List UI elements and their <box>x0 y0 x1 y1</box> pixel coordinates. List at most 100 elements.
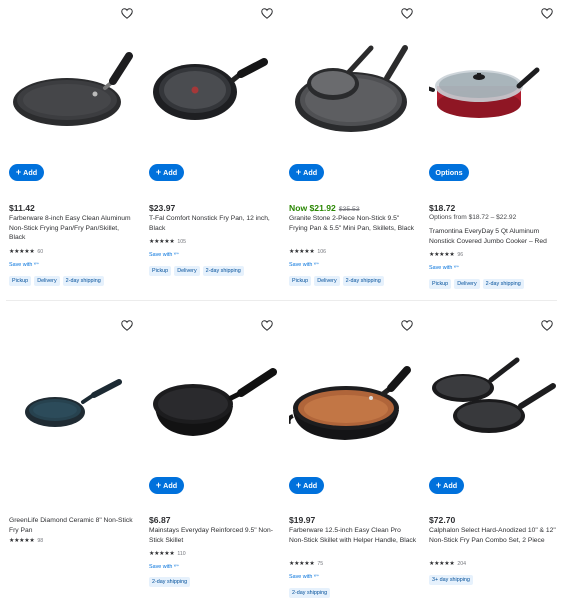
product-price: $19.97 <box>289 515 316 525</box>
product-image[interactable] <box>289 30 419 150</box>
fulfillment-tags: Pickup Delivery 2-day shipping <box>429 279 524 289</box>
tag-delivery: Delivery <box>174 266 200 276</box>
rating-stars-icon: ★★★★★ <box>9 249 35 255</box>
tag-shipping: 2-day shipping <box>202 266 244 276</box>
favorite-heart-icon[interactable] <box>401 8 413 19</box>
fulfillment-tags: Pickup Delivery 2-day shipping <box>289 276 384 286</box>
rating: ★★★★★ 106 <box>289 249 326 256</box>
product-image[interactable] <box>9 30 139 150</box>
row-divider <box>6 300 557 301</box>
rating-count: 60 <box>37 249 44 255</box>
rating-stars-icon: ★★★★★ <box>429 561 455 567</box>
product-title[interactable]: Mainstays Everyday Reinforced 9.5" Non-S… <box>149 526 277 545</box>
rating-count: 98 <box>37 538 44 544</box>
product-card[interactable]: + Add $11.42 Farberware 8-inch Easy Clea… <box>9 0 139 300</box>
product-card[interactable]: GreenLife Diamond Ceramic 8" Non-Stick F… <box>9 312 139 600</box>
add-to-cart-button[interactable]: + Add <box>149 164 184 181</box>
rating-count: 204 <box>457 561 467 567</box>
product-title[interactable]: Farberware 12.5-inch Easy Clean Pro Non-… <box>289 526 417 545</box>
favorite-heart-icon[interactable] <box>261 320 273 331</box>
save-with-label[interactable]: Save with ʷ⁺ <box>149 564 179 570</box>
add-to-cart-button[interactable]: + Add <box>289 164 324 181</box>
tag-shipping: 2-day shipping <box>342 276 384 286</box>
walmart-plus-icon: ʷ⁺ <box>33 262 40 268</box>
plus-icon: + <box>295 167 302 177</box>
options-price-range: Options from $18.72 – $22.92 <box>429 214 517 221</box>
plus-icon: + <box>155 167 162 177</box>
product-image[interactable] <box>9 346 139 466</box>
tag-delivery: Delivery <box>314 276 340 286</box>
rating-stars-icon: ★★★★★ <box>429 252 455 258</box>
add-to-cart-button[interactable]: + Add <box>9 164 44 181</box>
plus-icon: + <box>435 480 442 490</box>
walmart-plus-icon: ʷ⁺ <box>453 265 460 271</box>
add-to-cart-button[interactable]: + Add <box>149 477 184 494</box>
product-price: Now $21.92 $35.53 <box>289 203 360 213</box>
rating: ★★★★★ 60 <box>9 249 43 256</box>
rating-count: 75 <box>317 561 324 567</box>
tag-shipping: 2-day shipping <box>289 588 331 598</box>
product-card[interactable]: + Add $6.87 Mainstays Everyday Reinforce… <box>149 312 279 600</box>
rating-count: 105 <box>177 239 187 245</box>
favorite-heart-icon[interactable] <box>261 8 273 19</box>
product-title[interactable]: T-Fal Comfort Nonstick Fry Pan, 12 inch,… <box>149 214 277 233</box>
save-with-label[interactable]: Save with ʷ⁺ <box>289 262 319 268</box>
add-to-cart-button[interactable]: + Add <box>429 477 464 494</box>
product-title[interactable]: Tramontina EveryDay 5 Qt Aluminum Nonsti… <box>429 227 557 246</box>
favorite-heart-icon[interactable] <box>401 320 413 331</box>
rating: ★★★★★ 105 <box>149 239 186 246</box>
fulfillment-tags: 2-day shipping <box>289 588 331 598</box>
favorite-heart-icon[interactable] <box>121 8 133 19</box>
rating: ★★★★★ 98 <box>9 538 43 545</box>
walmart-plus-icon: ʷ⁺ <box>173 564 180 570</box>
walmart-plus-icon: ʷ⁺ <box>173 252 180 258</box>
rating-stars-icon: ★★★★★ <box>149 239 175 245</box>
product-card[interactable]: Options $18.72 Options from $18.72 – $22… <box>429 0 559 300</box>
tag-pickup: Pickup <box>429 279 452 289</box>
product-title[interactable]: Granite Stone 2-Piece Non-Stick 9.5" Fry… <box>289 214 417 233</box>
save-with-label[interactable]: Save with ʷ⁺ <box>9 262 39 268</box>
product-image[interactable] <box>429 342 559 462</box>
product-price: $18.72 <box>429 203 456 213</box>
tag-pickup: Pickup <box>9 276 32 286</box>
save-with-label[interactable]: Save with ʷ⁺ <box>289 574 319 580</box>
product-card[interactable]: + Add $23.97 T-Fal Comfort Nonstick Fry … <box>149 0 279 300</box>
plus-icon: + <box>15 167 22 177</box>
add-to-cart-button[interactable]: + Add <box>289 477 324 494</box>
product-price: $11.42 <box>9 203 35 213</box>
fulfillment-tags: 3+ day shipping <box>429 575 473 585</box>
product-card[interactable]: + Add Now $21.92 $35.53 Granite Stone 2-P… <box>289 0 419 300</box>
rating-count: 96 <box>457 252 464 258</box>
favorite-heart-icon[interactable] <box>541 8 553 19</box>
product-card[interactable]: + Add $72.70 Calphalon Select Hard-Anodi… <box>429 312 559 600</box>
rating-stars-icon: ★★★★★ <box>149 551 175 557</box>
product-image[interactable] <box>149 30 279 150</box>
product-image[interactable] <box>429 30 559 150</box>
product-price: $23.97 <box>149 203 176 213</box>
fulfillment-tags: 2-day shipping <box>149 577 191 587</box>
rating: ★★★★★ 75 <box>289 561 323 568</box>
rating-count: 106 <box>317 249 327 255</box>
save-with-label[interactable]: Save with ʷ⁺ <box>149 252 179 258</box>
favorite-heart-icon[interactable] <box>541 320 553 331</box>
product-card[interactable]: + Add $19.97 Farberware 12.5-inch Easy C… <box>289 312 419 600</box>
product-image[interactable] <box>289 342 419 462</box>
plus-icon: + <box>155 480 162 490</box>
product-title[interactable]: Farberware 8-inch Easy Clean Aluminum No… <box>9 214 137 243</box>
was-price: $35.53 <box>338 206 360 213</box>
tag-pickup: Pickup <box>289 276 312 286</box>
product-title[interactable]: GreenLife Diamond Ceramic 8" Non-Stick F… <box>9 516 137 535</box>
rating: ★★★★★ 96 <box>429 252 463 259</box>
options-button[interactable]: Options <box>429 164 469 181</box>
rating-count: 110 <box>177 551 186 557</box>
product-price: $6.87 <box>149 515 171 525</box>
fulfillment-tags: Pickup Delivery 2-day shipping <box>9 276 104 286</box>
favorite-heart-icon[interactable] <box>121 320 133 331</box>
tag-shipping: 2-day shipping <box>149 577 191 587</box>
product-image[interactable] <box>149 342 279 462</box>
plus-icon: + <box>295 480 302 490</box>
product-title[interactable]: Calphalon Select Hard-Anodized 10" & 12"… <box>429 526 557 545</box>
tag-shipping: 2-day shipping <box>482 279 524 289</box>
save-with-label[interactable]: Save with ʷ⁺ <box>429 265 459 271</box>
rating-stars-icon: ★★★★★ <box>289 249 315 255</box>
